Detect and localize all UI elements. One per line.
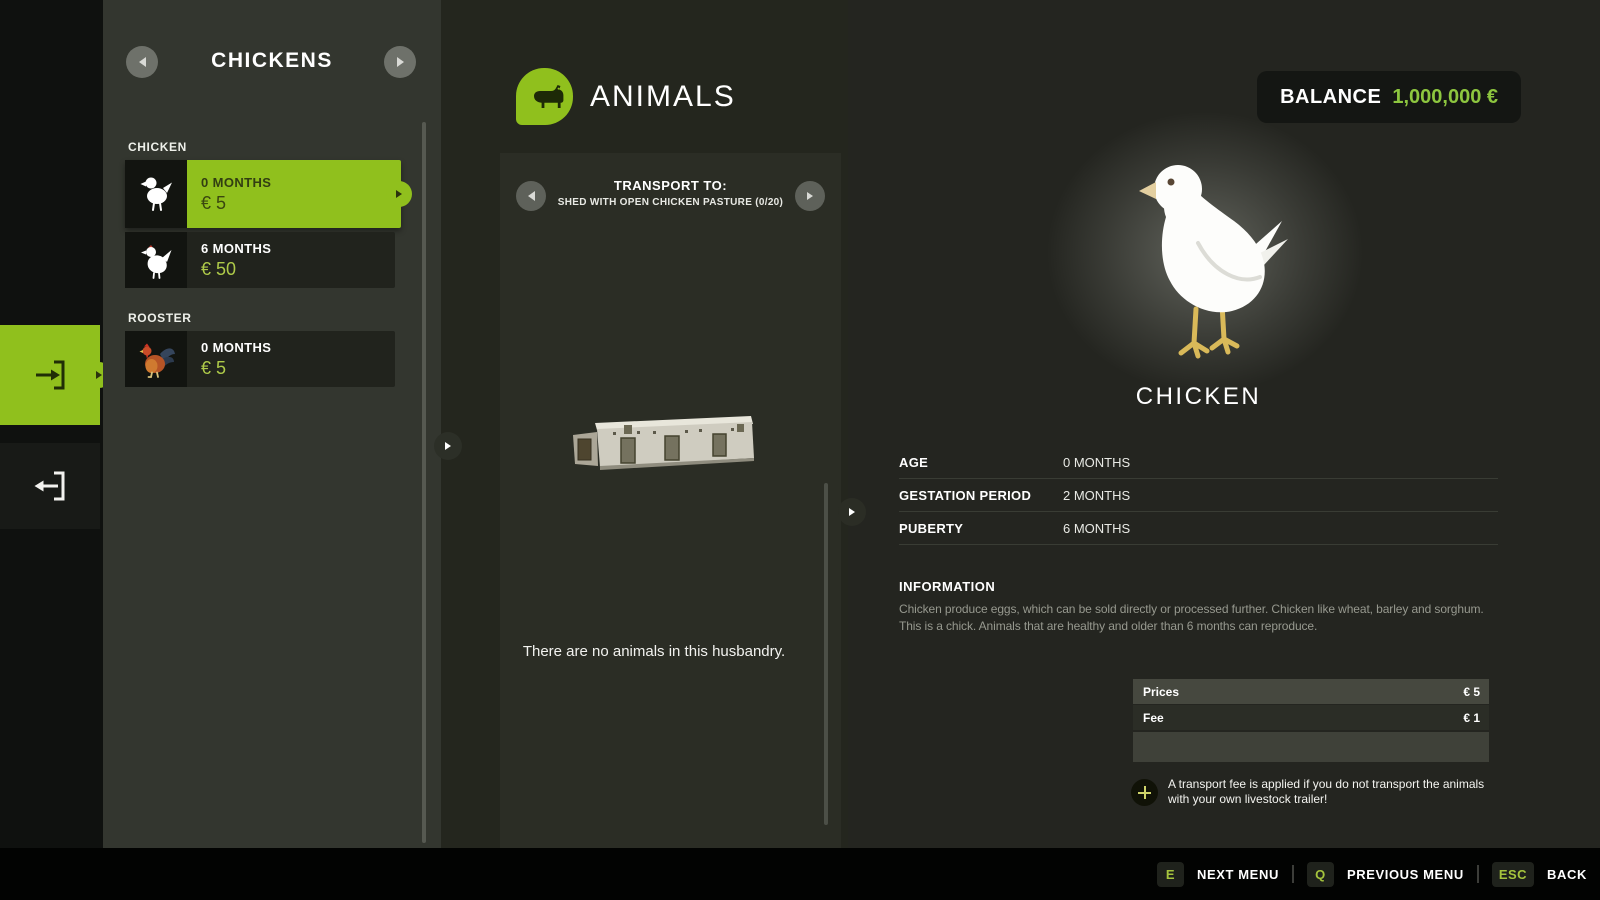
stat-row-gestation: GESTATION PERIOD 2 MONTHS [899,479,1498,512]
tab-sell-animals[interactable] [0,443,100,529]
stat-value: 2 MONTHS [1063,488,1130,503]
left-rail [0,0,103,848]
animal-item-rooster-0-months[interactable]: 0 MONTHS € 5 [125,331,395,387]
price-value: € 5 [1463,685,1480,699]
husbandry-column: ANIMALS TRANSPORT TO: SHED WITH OPEN CHI… [441,0,848,848]
tab-buy-animals[interactable] [0,325,100,425]
key-action-label: PREVIOUS MENU [1347,867,1464,882]
stat-row-puberty: PUBERTY 6 MONTHS [899,512,1498,545]
chevron-right-icon [445,442,451,450]
animal-detail-panel: BALANCE 1,000,000 € CHICKEN AGE 0 MONTHS [848,0,1600,848]
keybind-footer: E NEXT MENU Q PREVIOUS MENU ESC BACK [0,848,1600,900]
information-line: Chicken produce eggs, which can be sold … [899,601,1484,618]
item-text: 0 MONTHS € 5 [187,160,271,228]
item-age: 6 MONTHS [201,241,271,256]
key-action-label: BACK [1547,867,1587,882]
price-row-fee: Fee € 1 [1133,705,1489,730]
key-action-label: NEXT MENU [1197,867,1279,882]
husbandry-next-button[interactable] [795,181,825,211]
hen-icon [125,232,187,288]
key-chip-e: E [1157,862,1184,887]
footer-previous-menu[interactable]: Q PREVIOUS MENU [1307,862,1464,887]
note-line: A transport fee is applied if you do not… [1168,777,1484,792]
plus-icon [1138,786,1151,799]
info-plus-button[interactable] [1131,779,1158,806]
rooster-icon [125,331,187,387]
arrow-right-icon [397,57,404,67]
chevron-right-icon [396,190,402,198]
price-table: Prices € 5 Fee € 1 [1133,679,1489,762]
amount-input[interactable] [1133,732,1489,762]
transport-fee-note: A transport fee is applied if you do not… [1131,777,1484,807]
footer-back[interactable]: ESC BACK [1492,862,1587,887]
information-line: This is a chick. Animals that are health… [899,618,1484,635]
stat-value: 6 MONTHS [1063,521,1130,536]
animals-buy-screen: CHICKENS CHICKEN [0,0,1600,900]
sidebar-scrollbar[interactable] [422,122,426,843]
information-text: Chicken produce eggs, which can be sold … [899,601,1484,634]
exit-icon [27,463,73,509]
price-label: Prices [1143,685,1179,699]
price-label: Fee [1143,711,1164,725]
stat-row-age: AGE 0 MONTHS [899,446,1498,479]
footer-separator [1477,865,1479,883]
category-next-button[interactable] [384,46,416,78]
price-value: € 1 [1463,711,1480,725]
transport-destination: SHED WITH OPEN CHICKEN PASTURE (0/20) [540,197,801,208]
note-line: with your own livestock trailer! [1168,792,1484,807]
stat-label: AGE [899,455,1063,470]
key-chip-esc: ESC [1492,862,1534,887]
chevron-right-icon [96,371,102,379]
empty-husbandry-message: There are no animals in this husbandry. [504,643,804,660]
arrow-left-icon [528,191,535,201]
note-text: A transport fee is applied if you do not… [1168,777,1484,807]
transport-to-label: TRANSPORT TO: [540,178,801,193]
chevron-right-icon [849,508,855,516]
transport-header: TRANSPORT TO: SHED WITH OPEN CHICKEN PAS… [540,178,801,208]
panel-expand-handle[interactable] [838,498,866,526]
animal-stats-table: AGE 0 MONTHS GESTATION PERIOD 2 MONTHS P… [899,446,1498,545]
price-row-prices: Prices € 5 [1133,679,1489,704]
husbandry-building-thumbnail [566,411,768,475]
stat-label: GESTATION PERIOD [899,488,1063,503]
balance-label: BALANCE [1280,86,1381,109]
animal-item-chicken-6-months[interactable]: 6 MONTHS € 50 [125,232,395,288]
item-age: 0 MONTHS [201,175,271,190]
item-text: 0 MONTHS € 5 [187,331,271,387]
item-price: € 50 [201,259,271,280]
item-price: € 5 [201,358,271,379]
animals-cow-icon [516,68,573,125]
chicken-image [1110,150,1300,362]
husbandry-scrollbar[interactable] [824,483,828,825]
information-title: INFORMATION [899,579,995,594]
page-title: ANIMALS [590,80,736,114]
key-chip-q: Q [1307,862,1334,887]
husbandry-panel: TRANSPORT TO: SHED WITH OPEN CHICKEN PAS… [500,153,841,848]
section-label-rooster: ROOSTER [128,311,192,325]
enter-icon [27,352,73,398]
animal-item-chicken-0-months[interactable]: 0 MONTHS € 5 [125,160,401,228]
chick-icon [125,160,187,228]
page-header: ANIMALS [516,68,736,125]
stat-value: 0 MONTHS [1063,455,1130,470]
sidebar-expand-handle[interactable] [434,432,462,460]
animal-list-sidebar: CHICKENS CHICKEN [103,0,441,848]
arrow-right-icon [807,192,813,200]
item-price: € 5 [201,193,271,214]
selected-item-notch [386,181,412,207]
footer-separator [1292,865,1294,883]
section-label-chicken: CHICKEN [128,140,187,154]
animal-name-title: CHICKEN [899,383,1498,411]
footer-next-menu[interactable]: E NEXT MENU [1157,862,1279,887]
balance-amount: 1,000,000 € [1392,86,1498,109]
item-age: 0 MONTHS [201,340,271,355]
stat-label: PUBERTY [899,521,1063,536]
item-text: 6 MONTHS € 50 [187,232,271,288]
